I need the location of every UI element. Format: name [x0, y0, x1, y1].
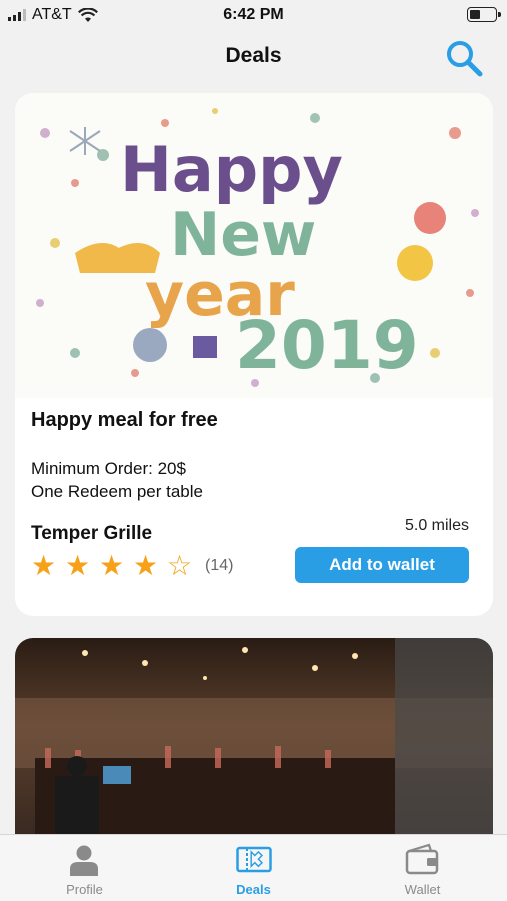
search-icon	[447, 41, 483, 77]
tab-profile[interactable]: Profile	[0, 835, 169, 901]
coupon-ticket-icon	[236, 846, 272, 873]
tab-deals[interactable]: Deals	[169, 835, 338, 901]
page-title: Deals	[225, 44, 282, 67]
restaurant-photo	[15, 638, 493, 834]
review-count: (14)	[205, 557, 234, 574]
person-icon	[70, 845, 98, 876]
tab-deals-label: Deals	[236, 882, 271, 897]
tab-bar: Profile Deals Wallet	[0, 834, 507, 901]
star-icon: ☆	[167, 550, 193, 581]
wallet-icon	[405, 843, 439, 875]
star-rating: ★ ★ ★ ★ ☆ (14)	[31, 552, 233, 580]
restaurant-name: Temper Grille	[31, 523, 153, 544]
deal-banner-image: Happy New year 2019	[15, 93, 493, 398]
deal-card[interactable]: Happy New year 2019 Happy meal for free …	[15, 93, 493, 616]
deal-detail-redeem: One Redeem per table	[31, 482, 203, 501]
deal-title: Happy meal for free	[31, 409, 218, 431]
banner-word-2019: 2019	[235, 307, 419, 384]
banner-word-happy: Happy	[120, 133, 343, 206]
tab-wallet-label: Wallet	[404, 882, 441, 897]
add-to-wallet-button[interactable]: Add to wallet	[295, 547, 469, 583]
star-icon: ★	[133, 550, 159, 581]
deal-detail-min-order: Minimum Order: 20$	[31, 459, 186, 478]
distance-label: 5.0 miles	[404, 517, 469, 534]
status-time: 6:42 PM	[223, 6, 284, 23]
star-icon: ★	[99, 550, 125, 581]
battery-icon	[467, 7, 501, 22]
tab-wallet[interactable]: Wallet	[338, 835, 507, 901]
star-icon: ★	[65, 550, 91, 581]
status-bar: AT&T 6:42 PM	[0, 0, 507, 30]
star-icon: ★	[31, 550, 57, 581]
deal-card-2[interactable]	[15, 638, 493, 834]
tab-profile-label: Profile	[66, 882, 103, 897]
search-button[interactable]	[442, 37, 486, 81]
